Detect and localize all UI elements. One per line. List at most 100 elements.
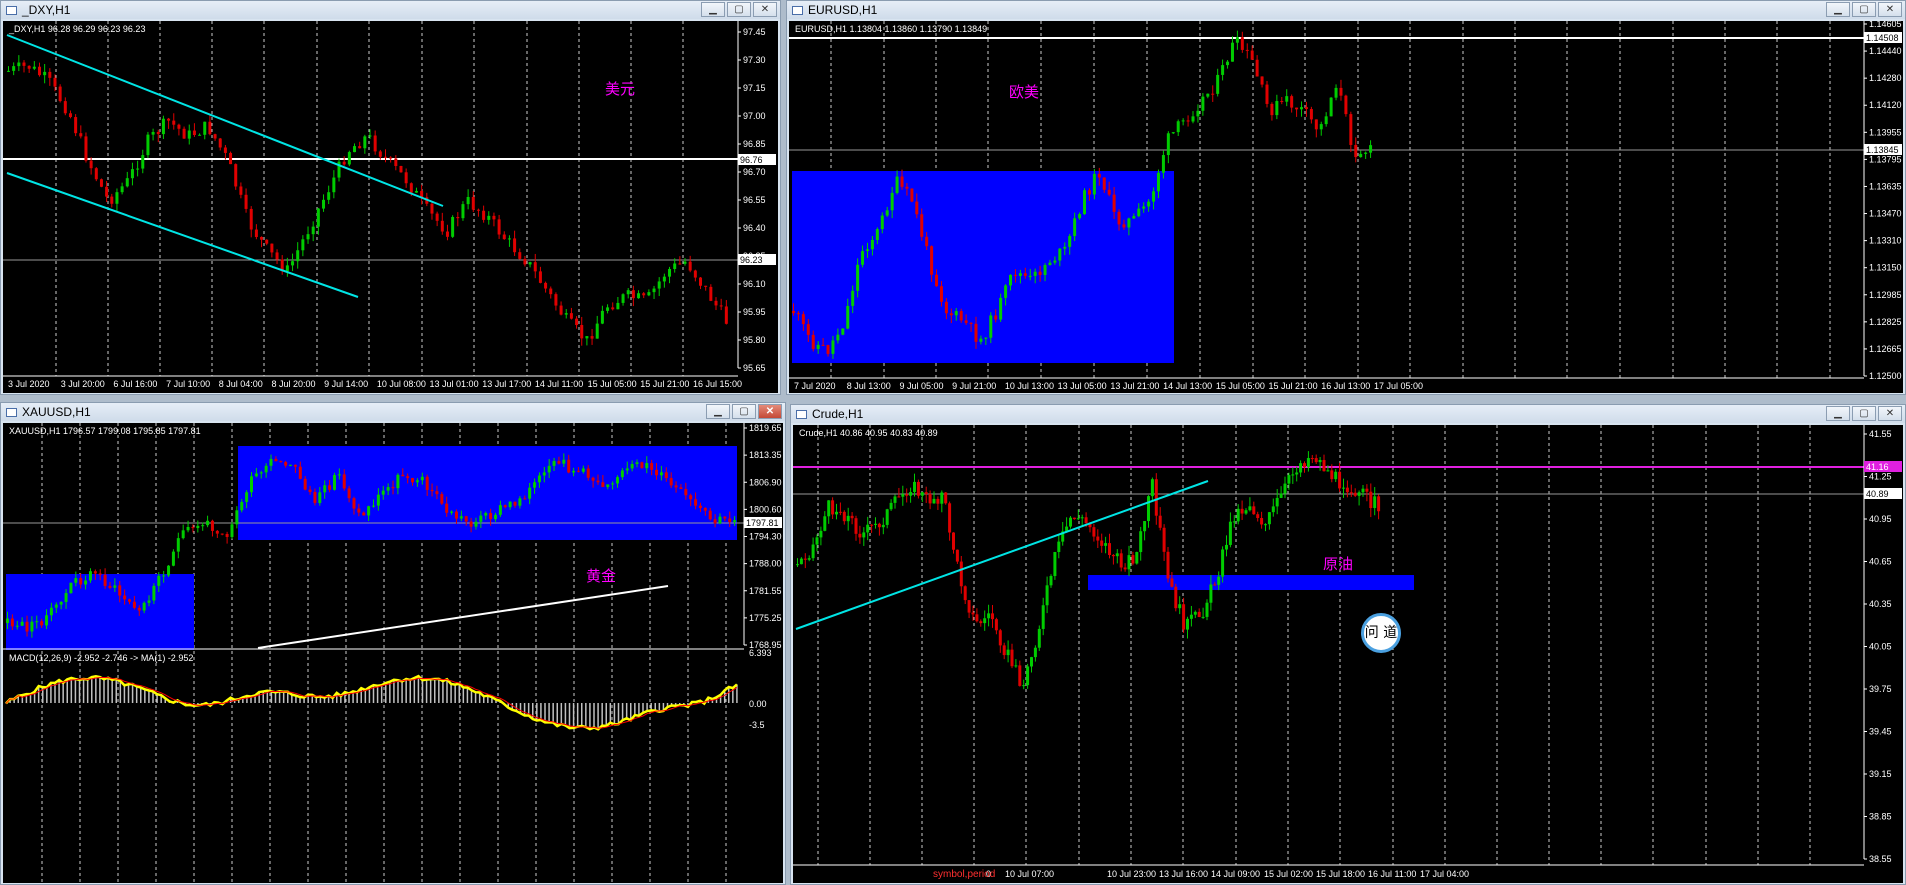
candle-body — [440, 494, 444, 504]
candle-body — [858, 533, 862, 538]
chart-canvas[interactable]: 97.45 97.30 97.15 97.00 96.85 96.70 96.55 96.40… — [3, 21, 778, 393]
price-tick-label: 1.13470 — [1869, 209, 1902, 219]
time-tick-label: 10 Jul 23:00 — [1107, 869, 1156, 879]
candle-body — [347, 152, 351, 165]
candle-body — [471, 196, 475, 210]
window-eurusd[interactable]: EURUSD,H1 ▁ ▢ ✕ 1.14605 1.14440 1.14280 1.1… — [786, 0, 1906, 395]
candle-body — [1096, 536, 1100, 541]
candle-body — [1107, 189, 1111, 195]
time-tick-label: 3 Jul 20:00 — [61, 379, 105, 389]
price-chart[interactable]: 1819.65 1813.35 1806.90 1800.60 1794.30 1788.… — [3, 423, 783, 883]
candle-body — [1123, 567, 1127, 570]
titlebar[interactable]: _DXY,H1 ▁ ▢ ✕ — [1, 1, 780, 19]
candle-body — [1364, 152, 1368, 154]
candle-body — [118, 585, 122, 596]
window-xauusd[interactable]: XAUUSD,H1 ▁ ▢ ✕ 1819.65 1813.35 1806.90 180… — [0, 402, 786, 885]
candle-body — [25, 621, 29, 632]
price-chart[interactable]: 97.45 97.30 97.15 97.00 96.85 96.70 96.55 96.40… — [3, 21, 778, 393]
candle-body — [698, 505, 702, 508]
candle-body — [1132, 216, 1136, 219]
candle-body — [1137, 208, 1141, 217]
candle-body — [1329, 97, 1333, 117]
price-chart[interactable]: 1.14605 1.14440 1.14280 1.14120 1.13955 1.137… — [789, 21, 1903, 393]
candle-body — [430, 203, 434, 214]
candle-body — [1354, 144, 1358, 158]
candle-body — [1267, 512, 1271, 525]
minimize-button[interactable]: ▁ — [706, 404, 730, 419]
candle-body — [600, 310, 604, 324]
chart-canvas[interactable]: 1.14605 1.14440 1.14280 1.14120 1.13955 1.137… — [789, 21, 1903, 393]
candle-body — [386, 487, 390, 491]
candle-body — [415, 480, 419, 483]
candle-body — [1211, 93, 1215, 95]
close-button[interactable]: ✕ — [758, 404, 782, 419]
candle-body — [454, 511, 458, 519]
candle-body — [1264, 524, 1267, 526]
candle-body — [313, 491, 317, 504]
candle-body — [223, 147, 227, 153]
candle-body — [1369, 145, 1373, 153]
candle-body — [901, 494, 905, 497]
candle-body — [877, 523, 881, 528]
candle-body — [881, 524, 885, 528]
candle-body — [838, 511, 842, 513]
titlebar[interactable]: Crude,H1 ▁ ▢ ✕ — [791, 405, 1905, 423]
window-crude[interactable]: Crude,H1 ▁ ▢ ✕ 41.55 41.25 40.95 40.65 40.35… — [790, 404, 1906, 885]
candle-body — [630, 464, 634, 469]
candle-body — [542, 472, 546, 476]
candle-body — [1216, 74, 1220, 94]
candle-body — [1255, 59, 1259, 77]
candle-body — [963, 586, 967, 601]
candle-body — [576, 470, 580, 472]
close-button[interactable]: ✕ — [1878, 2, 1902, 17]
macd-tick-label: -3.5 — [749, 720, 765, 730]
candle-body — [1271, 506, 1275, 513]
close-button[interactable]: ✕ — [1878, 406, 1902, 421]
candle-body — [1291, 474, 1295, 476]
chart-canvas[interactable]: 41.55 41.25 40.95 40.65 40.35 40.05 39.75 39.45… — [793, 425, 1903, 883]
candle-body — [1119, 553, 1123, 568]
candle-body — [850, 515, 854, 519]
close-button[interactable]: ✕ — [753, 2, 777, 17]
candle-body — [939, 286, 943, 302]
maximize-button[interactable]: ▢ — [732, 404, 756, 419]
candle-body — [105, 186, 109, 197]
candle-body — [1100, 540, 1104, 546]
minimize-button[interactable]: ▁ — [1826, 406, 1850, 421]
candle-body — [187, 130, 191, 139]
candle-body — [518, 498, 522, 506]
candle-body — [1045, 585, 1049, 606]
price-tick-label: 95.65 — [743, 363, 766, 373]
candle-body — [836, 334, 840, 341]
candle-body — [113, 585, 117, 588]
candle-body — [269, 458, 273, 466]
candle-body — [240, 501, 244, 511]
candle-body — [430, 489, 434, 492]
candle-body — [811, 334, 815, 349]
candle-body — [414, 190, 418, 193]
candle-body — [362, 512, 366, 516]
price-chart[interactable]: 41.55 41.25 40.95 40.65 40.35 40.05 39.75 39.45… — [793, 425, 1903, 883]
titlebar[interactable]: XAUUSD,H1 ▁ ▢ ✕ — [1, 403, 785, 421]
price-tick-label: 1.13150 — [1869, 263, 1902, 273]
candle-body — [668, 268, 672, 277]
candle-body — [1009, 274, 1013, 286]
maximize-button[interactable]: ▢ — [1852, 406, 1876, 421]
chart-window-icon — [795, 408, 807, 420]
maximize-button[interactable]: ▢ — [1852, 2, 1876, 17]
price-tick-label: 1.13955 — [1869, 127, 1902, 137]
window-dxy[interactable]: _DXY,H1 ▁ ▢ ✕ 97.45 97.30 97.15 97.00 96.85 9… — [0, 0, 781, 395]
candle-body — [208, 121, 212, 135]
candle-body — [652, 288, 656, 293]
candle-body — [167, 118, 171, 121]
candle-body — [368, 135, 372, 137]
minimize-button[interactable]: ▁ — [701, 2, 725, 17]
candle-body — [728, 518, 732, 522]
minimize-button[interactable]: ▁ — [1826, 2, 1850, 17]
candle-body — [389, 157, 393, 159]
titlebar[interactable]: EURUSD,H1 ▁ ▢ ✕ — [787, 1, 1905, 19]
maximize-button[interactable]: ▢ — [727, 2, 751, 17]
candle-body — [79, 133, 83, 137]
candle-body — [611, 483, 615, 485]
candle-body — [93, 571, 97, 574]
